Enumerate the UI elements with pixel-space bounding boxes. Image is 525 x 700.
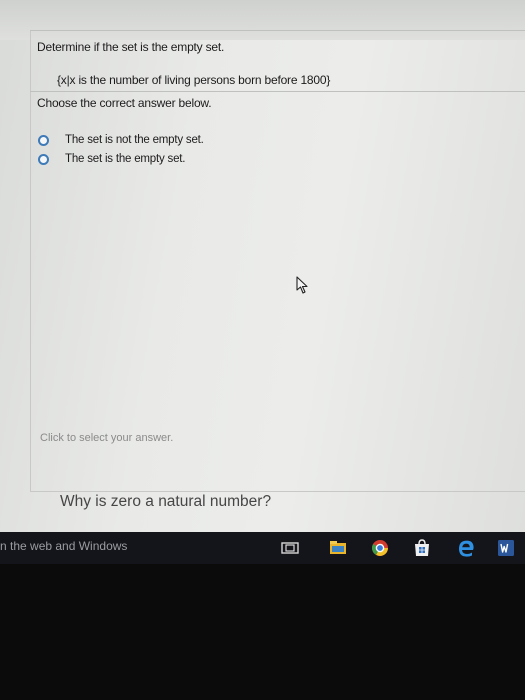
radio-button[interactable] <box>38 153 49 165</box>
windows-taskbar: n the web and Windows <box>0 532 525 564</box>
question-divider <box>30 91 525 92</box>
select-answer-hint: Click to select your answer. <box>40 432 174 444</box>
set-expression: {x|x is the number of living persons bor… <box>57 73 331 87</box>
related-question-link[interactable]: Why is zero a natural number? <box>60 493 271 511</box>
chrome-icon[interactable] <box>370 538 390 558</box>
file-explorer-icon[interactable] <box>328 538 348 558</box>
mouse-cursor-icon <box>296 276 308 294</box>
answer-option-label: The set is the empty set. <box>65 153 186 165</box>
panel-top-divider <box>30 30 525 31</box>
question-prompt: Determine if the set is the empty set. <box>37 40 225 54</box>
radio-button[interactable] <box>38 134 49 146</box>
taskbar-search-box[interactable]: n the web and Windows <box>0 539 127 553</box>
answer-option-empty[interactable]: The set is the empty set. <box>38 151 185 167</box>
answer-option-label: The set is not the empty set. <box>65 134 204 146</box>
store-icon[interactable] <box>412 538 432 558</box>
task-view-icon[interactable] <box>280 538 300 558</box>
answer-option-not-empty[interactable]: The set is not the empty set. <box>38 132 204 148</box>
edge-icon[interactable] <box>456 538 476 558</box>
word-icon[interactable] <box>496 538 516 558</box>
screen: Determine if the set is the empty set. {… <box>0 0 525 532</box>
answer-instruction: Choose the correct answer below. <box>37 96 212 110</box>
